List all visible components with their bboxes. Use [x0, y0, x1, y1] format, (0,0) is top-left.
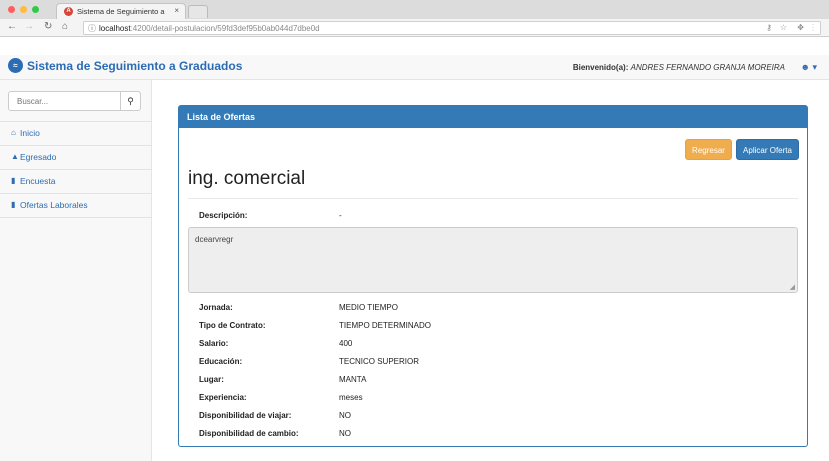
minimize-window-button[interactable]: [20, 6, 27, 13]
url-text: localhost:4200/detail-postulacion/59fd3d…: [99, 24, 320, 33]
sidebar-item-inicio[interactable]: ⌂ Inicio: [0, 121, 152, 145]
menu-icon[interactable]: ⋮: [809, 23, 817, 32]
detail-value: MANTA: [339, 375, 367, 384]
browser-tab[interactable]: A Sistema de Seguimiento a Gra ×: [56, 3, 186, 19]
sidebar-item-label: Egresado: [20, 152, 57, 162]
panel-title: Lista de Ofertas: [187, 112, 256, 122]
detail-value: TIEMPO DETERMINADO: [339, 321, 432, 330]
back-button[interactable]: Regresar: [685, 139, 732, 160]
description-textarea[interactable]: dcearvregr ◢: [188, 227, 798, 293]
welcome-label: Bienvenido(a):: [572, 63, 629, 72]
sidebar-divider: [0, 217, 152, 218]
sidebar-item-egresado[interactable]: ▲ Egresado: [0, 145, 152, 169]
logo-icon: ≈: [8, 58, 23, 73]
detail-label: Lugar:: [199, 375, 224, 384]
detail-value: TECNICO SUPERIOR: [339, 357, 420, 366]
search-input[interactable]: [9, 92, 120, 110]
url-host: localhost: [99, 24, 131, 33]
maximize-window-button[interactable]: [32, 6, 39, 13]
detail-value: MEDIO TIEMPO: [339, 303, 398, 312]
description-value: -: [339, 211, 342, 220]
detail-label: Salario:: [199, 339, 229, 348]
angular-favicon-icon: A: [64, 7, 73, 16]
home-icon[interactable]: ⌂: [62, 21, 68, 32]
user-menu-icon[interactable]: ☻ ▾: [801, 62, 818, 73]
reload-icon[interactable]: ↻: [44, 21, 52, 32]
back-arrow-icon[interactable]: ←: [7, 21, 17, 32]
browser-tab-bar: A Sistema de Seguimiento a Gra ×: [0, 0, 829, 19]
detail-label: Jornada:: [199, 303, 233, 312]
star-icon[interactable]: ☆: [780, 23, 787, 32]
search-icon[interactable]: ⚲: [120, 92, 140, 110]
sidebar-item-encuesta[interactable]: ▮ Encuesta: [0, 169, 152, 193]
detail-label: Educación:: [199, 357, 243, 366]
tab-close-icon[interactable]: ×: [174, 6, 179, 15]
detail-value: meses: [339, 393, 363, 402]
info-icon[interactable]: ⓘ: [88, 23, 96, 34]
url-path: :4200/detail-postulacion/59fd3def95b0ab0…: [130, 24, 320, 33]
detail-value: NO: [339, 429, 351, 438]
detail-label: Tipo de Contrato:: [199, 321, 266, 330]
forward-arrow-icon[interactable]: →: [24, 21, 34, 32]
detail-value: NO: [339, 411, 351, 420]
url-field[interactable]: ⓘ localhost:4200/detail-postulacion/59fd…: [83, 21, 821, 35]
welcome-text: Bienvenido(a): ANDRES FERNANDO GRANJA MO…: [573, 63, 785, 72]
sidebar: ⚲ ⌂ Inicio ▲ Egresado ▮ Encuesta ▮ Ofert…: [0, 80, 152, 461]
sidebar-item-label: Encuesta: [20, 176, 56, 186]
sidebar-item-ofertas-laborales[interactable]: ▮ Ofertas Laborales: [0, 193, 152, 217]
detail-label: Disponibilidad de viajar:: [199, 411, 292, 420]
panel-heading: Lista de Ofertas: [179, 106, 807, 128]
user-name: ANDRES FERNANDO GRANJA MOREIRA: [630, 63, 785, 72]
new-tab-button[interactable]: [188, 5, 208, 18]
app-navbar: ≈ Sistema de Seguimiento a Graduados Bie…: [0, 55, 829, 80]
close-window-button[interactable]: [8, 6, 15, 13]
description-text: dcearvregr: [195, 235, 234, 244]
key-icon[interactable]: ⚷: [766, 23, 772, 32]
detail-value: 400: [339, 339, 353, 348]
graduation-cap-icon: ▲: [11, 152, 19, 161]
home-icon: ⌂: [11, 128, 16, 137]
detail-label: Experiencia:: [199, 393, 247, 402]
file-icon: ▮: [11, 200, 16, 209]
search-box: ⚲: [8, 91, 141, 111]
brand-title[interactable]: Sistema de Seguimiento a Graduados: [27, 59, 242, 73]
detail-label: Disponibilidad de cambio:: [199, 429, 299, 438]
apply-offer-button[interactable]: Aplicar Oferta: [736, 139, 799, 160]
sidebar-item-label: Inicio: [20, 128, 40, 138]
sidebar-item-label: Ofertas Laborales: [20, 200, 88, 210]
resize-handle-icon[interactable]: ◢: [790, 283, 795, 291]
description-label: Descripción:: [199, 211, 248, 220]
offer-title: ing. comercial: [188, 168, 306, 189]
tab-title: Sistema de Seguimiento a Gra: [77, 7, 167, 16]
address-bar: ← → ↻ ⌂ ⓘ localhost:4200/detail-postulac…: [0, 19, 829, 37]
file-icon: ▮: [11, 176, 16, 185]
divider: [188, 198, 798, 199]
extension-icon[interactable]: ✥: [797, 23, 804, 32]
offer-panel: Lista de Ofertas Regresar Aplicar Oferta…: [178, 105, 808, 447]
